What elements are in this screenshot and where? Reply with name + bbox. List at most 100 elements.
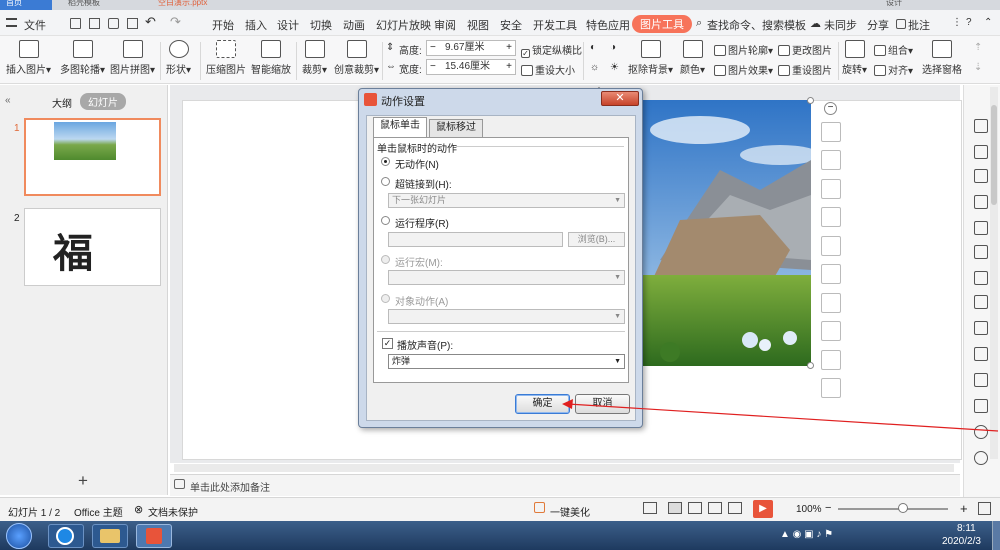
group-button[interactable]: 组合▾ bbox=[874, 42, 913, 57]
dialog-close-button[interactable]: ✕ bbox=[601, 91, 639, 106]
tab-outline[interactable]: 大纲 bbox=[52, 95, 72, 110]
play-sound-label[interactable]: 播放声音(P): bbox=[397, 337, 453, 352]
sidebar-select-icon[interactable] bbox=[974, 119, 988, 133]
sidebar-style-icon[interactable] bbox=[974, 195, 988, 209]
collage-button[interactable]: 图片拼图▾ bbox=[110, 40, 155, 76]
scrollbar-thumb[interactable] bbox=[991, 105, 997, 205]
tab-home[interactable]: 首页 bbox=[0, 0, 52, 10]
float-duplicate-icon[interactable] bbox=[821, 321, 841, 341]
program-path-input[interactable] bbox=[388, 232, 563, 247]
resize-handle[interactable] bbox=[807, 97, 814, 104]
macro-select[interactable]: ▼ bbox=[388, 270, 625, 285]
clock-date[interactable]: 2020/2/3 bbox=[942, 536, 981, 547]
color-adjust-icon[interactable]: ◐ bbox=[590, 42, 596, 53]
width-increment[interactable]: + bbox=[506, 60, 512, 74]
option-macro-label[interactable]: 运行宏(M): bbox=[395, 254, 443, 269]
menu-tab-features[interactable]: 特色应用 bbox=[586, 17, 630, 33]
help-icon[interactable]: ? bbox=[966, 17, 972, 28]
width-field[interactable]: − 15.46厘米 + bbox=[426, 59, 516, 75]
sidebar-chart-icon[interactable] bbox=[974, 245, 988, 259]
option-program-label[interactable]: 运行程序(R) bbox=[395, 215, 449, 230]
hyperlink-select[interactable]: 下一张幻灯片 ▼ bbox=[388, 193, 625, 208]
clock-time[interactable]: 8:11 bbox=[957, 523, 976, 534]
remove-background-button[interactable]: 抠除背景▾ bbox=[628, 40, 673, 76]
zoom-out-icon[interactable]: − bbox=[825, 502, 831, 514]
change-picture-button[interactable]: 更改图片 bbox=[778, 42, 832, 57]
float-select-icon[interactable] bbox=[821, 236, 841, 256]
brightness-icon[interactable]: ☼ bbox=[590, 62, 599, 73]
comment-button[interactable]: 批注 bbox=[908, 17, 930, 33]
menu-tab-design[interactable]: 设计 bbox=[277, 17, 299, 33]
sidebar-share-icon[interactable] bbox=[974, 295, 988, 309]
fit-window-icon[interactable] bbox=[978, 502, 991, 515]
menu-tab-insert[interactable]: 插入 bbox=[245, 17, 267, 33]
menu-tab-view[interactable]: 视图 bbox=[467, 17, 489, 33]
radio-macro[interactable] bbox=[381, 255, 390, 264]
color-button[interactable]: 颜色▾ bbox=[680, 40, 705, 76]
option-hyperlink-label[interactable]: 超链接到(H): bbox=[395, 176, 452, 191]
theme-name[interactable]: Office 主题 bbox=[74, 504, 123, 519]
notes-bar[interactable]: 单击此处添加备注 bbox=[170, 474, 960, 496]
sidebar-edit-icon[interactable] bbox=[974, 145, 988, 159]
sync-status[interactable]: 未同步 bbox=[824, 17, 857, 33]
compress-button[interactable]: 压缩图片 bbox=[206, 40, 246, 76]
brightness-down-icon[interactable]: ☀ bbox=[610, 62, 619, 73]
search-command[interactable]: 查找命令、搜索模板 bbox=[707, 17, 806, 33]
print-icon[interactable] bbox=[108, 18, 119, 29]
float-link-icon[interactable] bbox=[821, 150, 841, 170]
width-decrement[interactable]: − bbox=[430, 60, 436, 74]
add-slide-button[interactable]: + bbox=[78, 471, 88, 491]
radio-program[interactable] bbox=[381, 216, 390, 225]
notes-placeholder[interactable]: 单击此处添加备注 bbox=[190, 479, 270, 494]
float-flip-icon[interactable] bbox=[821, 179, 841, 199]
browse-button[interactable]: 浏览(B)... bbox=[568, 232, 625, 247]
float-layers-icon[interactable] bbox=[821, 293, 841, 313]
redo-icon[interactable]: ↷ bbox=[170, 14, 181, 30]
save-icon[interactable] bbox=[70, 18, 81, 29]
dialog-title-bar[interactable]: 动作设置 ✕ bbox=[359, 89, 642, 111]
menu-tab-developer[interactable]: 开发工具 bbox=[533, 17, 577, 33]
start-button[interactable] bbox=[6, 523, 32, 549]
sidebar-pin-icon[interactable] bbox=[974, 321, 988, 335]
radio-none[interactable] bbox=[381, 157, 390, 166]
float-crop-icon[interactable] bbox=[821, 122, 841, 142]
sidebar-screen-icon[interactable] bbox=[974, 373, 988, 387]
presenter-view-icon[interactable] bbox=[728, 502, 742, 514]
option-object-label[interactable]: 对象动作(A) bbox=[395, 293, 448, 308]
creative-crop-button[interactable]: 创意裁剪▾ bbox=[334, 40, 379, 76]
export-icon[interactable] bbox=[89, 18, 100, 29]
smart-zoom-button[interactable]: 智能缩放 bbox=[251, 40, 291, 76]
insert-picture-button[interactable]: 插入图片▾ bbox=[6, 40, 51, 76]
radio-hyperlink[interactable] bbox=[381, 177, 390, 186]
horizontal-scrollbar[interactable] bbox=[174, 464, 954, 472]
document-protection[interactable]: 文档未保护 bbox=[148, 504, 198, 519]
more-icon[interactable]: ⋮ bbox=[952, 17, 962, 28]
height-decrement[interactable]: − bbox=[430, 41, 436, 55]
align-button[interactable]: 对齐▾ bbox=[874, 62, 913, 77]
play-slideshow-icon[interactable]: ▶ bbox=[753, 500, 773, 518]
title-design-label[interactable]: 设计 bbox=[880, 0, 920, 10]
height-increment[interactable]: + bbox=[506, 41, 512, 55]
radio-object-action[interactable] bbox=[381, 294, 390, 303]
rotate-button[interactable]: 旋转▾ bbox=[842, 40, 867, 76]
crop-button[interactable]: 裁剪▾ bbox=[302, 40, 327, 76]
bring-forward-icon[interactable]: ⇡ bbox=[974, 42, 982, 53]
selection-pane-button[interactable]: 选择窗格 bbox=[922, 40, 962, 76]
sidebar-text-icon[interactable] bbox=[974, 347, 988, 361]
sorter-view-icon[interactable] bbox=[688, 502, 702, 514]
zoom-in-icon[interactable]: + bbox=[960, 501, 968, 516]
slide-thumbnail-1[interactable] bbox=[24, 118, 161, 196]
object-action-select[interactable]: ▼ bbox=[388, 309, 625, 324]
option-none-label[interactable]: 无动作(N) bbox=[395, 156, 439, 171]
tray-icons[interactable]: ▲ ◉ ▣ ♪ ⚑ bbox=[780, 529, 833, 540]
zoom-level[interactable]: 100% bbox=[796, 504, 822, 515]
resize-handle[interactable] bbox=[807, 362, 814, 369]
effect-button[interactable]: 图片效果▾ bbox=[714, 62, 773, 77]
contrast-icon[interactable]: ◑ bbox=[610, 42, 616, 53]
zoom-slider-thumb[interactable] bbox=[898, 503, 908, 513]
slide-picture[interactable] bbox=[640, 100, 811, 366]
show-desktop-button[interactable] bbox=[992, 521, 1000, 550]
preview-icon[interactable] bbox=[127, 18, 138, 29]
reading-view-icon[interactable] bbox=[708, 502, 722, 514]
share-button[interactable]: 分享 bbox=[867, 17, 889, 33]
